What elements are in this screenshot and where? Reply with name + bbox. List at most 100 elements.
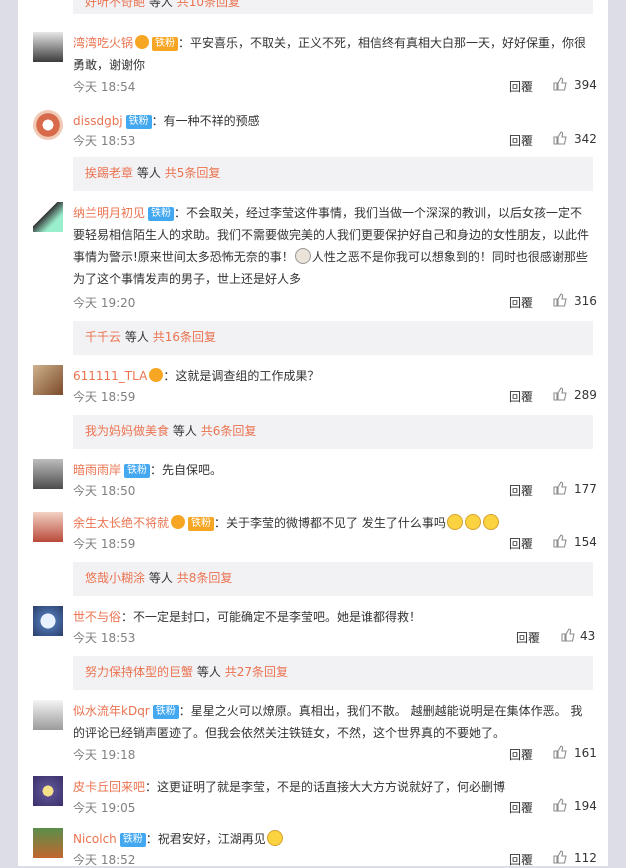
thumbs-up-icon[interactable] [553,293,567,307]
like-count: 154 [574,535,597,549]
comment-user[interactable]: Nicolch [73,832,117,846]
avatar[interactable] [33,828,63,858]
comment-text: ：祝君安好，江湖再见 [145,832,266,846]
fan-badge: 铁粉 [125,115,152,129]
thumbs-up-icon[interactable] [553,850,567,864]
comment-user[interactable]: 纳兰明月初见 [73,206,145,220]
subreply-summary[interactable]: 挨踢老章 等人 共5条回复 [73,157,593,191]
comment-text: ：平安喜乐，不取关，正义不死，相信终有真相大白那一天，好好保重，你很勇敢，谢谢你 [73,36,587,72]
scared-emoji-icon [294,248,311,264]
subreply-count[interactable]: 共10条回复 [177,0,240,9]
comment-user[interactable]: dissdgbj [73,114,123,128]
subreply-summary[interactable]: 我为妈妈做美食 等人 共6条回复 [73,415,593,449]
comment-time: 今天 18:53 [73,631,136,645]
reply-button[interactable]: 回覆 [509,746,533,763]
subreply-mid: 等人 [148,571,173,585]
like-count: 316 [574,294,597,308]
comment-user[interactable]: 611111_TLA [73,369,147,383]
subreply-user[interactable]: 好听不奇葩 [85,0,145,9]
like-count: 161 [574,746,597,760]
subreply-mid: 等人 [196,665,221,679]
reply-button[interactable]: 回覆 [509,78,533,95]
comment-user[interactable]: 暗雨雨岸 [73,463,121,477]
like-count: 177 [574,482,597,496]
subreply-count[interactable]: 共27条回复 [225,665,288,679]
comment-body: dissdgbj 铁粉 ：有一种不祥的预感 [73,110,593,132]
thumbs-up-icon[interactable] [561,628,575,642]
comment-user[interactable]: 湾湾吃火锅 [73,36,133,50]
comment-time: 今天 19:05 [73,801,136,815]
thumbs-up-icon[interactable] [553,745,567,759]
comment-time: 今天 18:53 [73,134,136,148]
comment-user[interactable]: 似水流年kDqr [73,704,150,718]
subreply-user[interactable]: 努力保持体型的巨蟹 [85,665,193,679]
subreply-user[interactable]: 我为妈妈做美食 [85,424,169,438]
fan-badge: 铁粉 [152,37,179,51]
subreply-mid: 等人 [136,166,161,180]
comment-time: 今天 19:20 [73,296,136,310]
avatar[interactable] [33,110,63,140]
avatar[interactable] [33,202,63,232]
comment-text: ：这更证明了就是李莹，不是的话直接大大方方说就好了，何必删博 [145,780,506,794]
subreply-user[interactable]: 挨踢老章 [85,166,133,180]
like-count: 342 [574,132,597,146]
avatar[interactable] [33,512,63,542]
subreply-mid: 等人 [148,0,173,9]
reply-button[interactable]: 回覆 [516,629,540,646]
thumbs-up-icon[interactable] [553,387,567,401]
fan-badge: 铁粉 [148,207,175,221]
subreply-user[interactable]: 千千云 [85,330,121,344]
subreply-summary[interactable]: 努力保持体型的巨蟹 等人 共27条回复 [73,656,593,690]
reply-button[interactable]: 回覆 [509,294,533,311]
comment-text: ：先自保吧。 [150,463,223,477]
crying-emoji-icon [266,830,283,846]
fan-badge: 铁粉 [152,705,179,719]
vip-icon [149,368,164,382]
thumbs-up-icon[interactable] [553,131,567,145]
subreply-summary[interactable]: 千千云 等人 共16条回复 [73,321,593,355]
comment-user[interactable]: 皮卡丘回来吧 [73,780,145,794]
like-count: 289 [574,388,597,402]
comment-body: Nicolch 铁粉 ：祝君安好，江湖再见 [73,828,593,850]
subreply-summary[interactable]: 悠哉小糊涂 等人 共8条回复 [73,562,593,596]
reply-button[interactable]: 回覆 [509,535,533,552]
subreply-count[interactable]: 共8条回复 [177,571,233,585]
avatar[interactable] [33,776,63,806]
reply-button[interactable]: 回覆 [509,482,533,499]
comment-time: 今天 19:18 [73,748,136,762]
like-count: 194 [574,799,597,813]
avatar[interactable] [33,606,63,636]
subreply-count[interactable]: 共16条回复 [153,330,216,344]
comment-body: 世不与俗：不一定是封口，可能确定不是李莹吧。她是谁都得救！ [73,606,593,628]
thumbs-up-icon[interactable] [553,481,567,495]
subreply-user[interactable]: 悠哉小糊涂 [85,571,145,585]
comment-text: ：这就是调查组的工作成果？ [163,369,320,383]
fan-badge: 铁粉 [119,833,146,847]
comment-body: 似水流年kDqr 铁粉 ：星星之火可以燎原。真相出，我们不散。 越删越能说明是在集体… [73,700,593,744]
reply-button[interactable]: 回覆 [509,799,533,816]
comment-body: 湾湾吃火锅 铁粉 ：平安喜乐，不取关，正义不死，相信终有真相大白那一天，好好保重，你… [73,32,593,76]
avatar[interactable] [33,459,63,489]
thumbs-up-icon[interactable] [553,534,567,548]
comment-user[interactable]: 余生太长绝不将就 [73,516,169,530]
comment-time: 今天 18:54 [73,80,136,94]
emoji-icon [482,514,499,530]
like-count: 394 [574,78,597,92]
avatar[interactable] [33,700,63,730]
reply-button[interactable]: 回覆 [509,851,533,868]
subreply-count[interactable]: 共5条回复 [165,166,221,180]
comment-time: 今天 18:59 [73,537,136,551]
subreply-mid: 等人 [172,424,197,438]
subreply-summary[interactable]: 好听不奇葩 等人 共10条回复 [73,0,593,14]
thumbs-up-icon[interactable] [553,77,567,91]
avatar[interactable] [33,32,63,62]
comment-time: 今天 18:52 [73,853,136,867]
subreply-count[interactable]: 共6条回复 [201,424,257,438]
comment-body: 暗雨雨岸 铁粉 ：先自保吧。 [73,459,593,481]
comment-user[interactable]: 世不与俗 [73,610,121,624]
avatar[interactable] [33,365,63,395]
reply-button[interactable]: 回覆 [509,132,533,149]
fan-badge: 铁粉 [188,517,215,531]
thumbs-up-icon[interactable] [553,798,567,812]
reply-button[interactable]: 回覆 [509,388,533,405]
